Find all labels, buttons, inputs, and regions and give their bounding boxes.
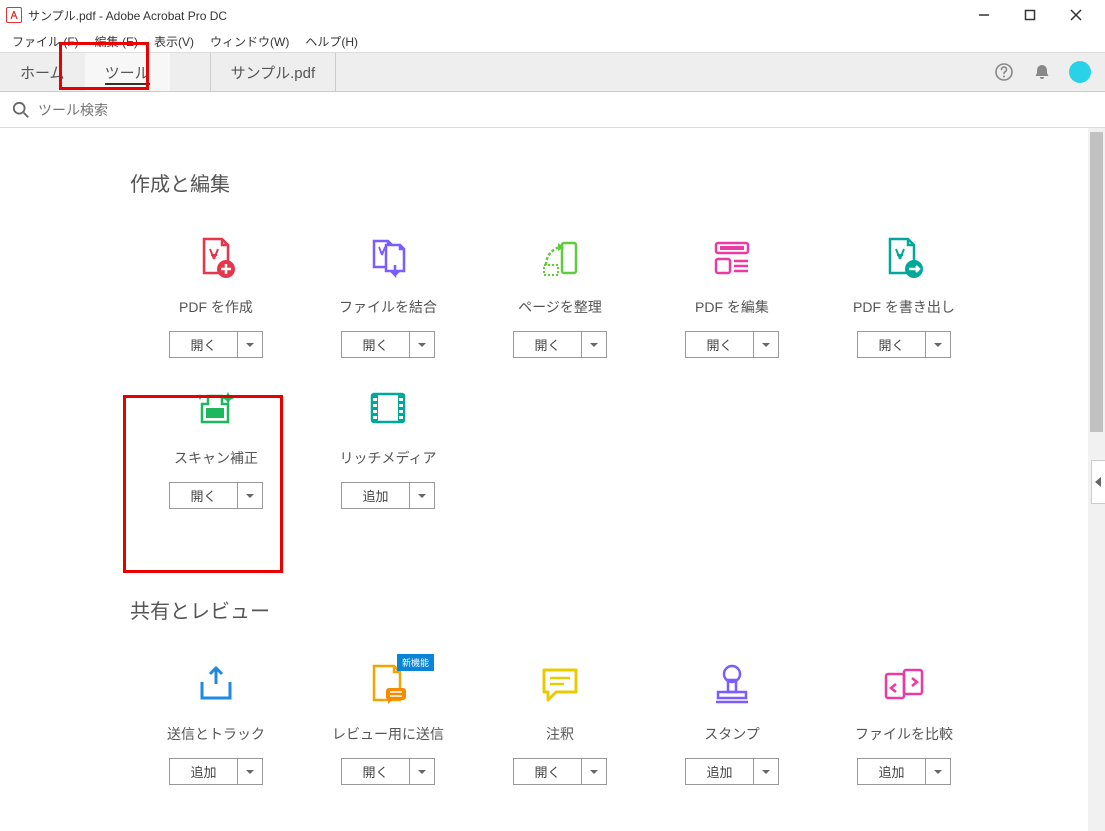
tool-label: PDF を編集	[695, 297, 769, 317]
tool-send-review[interactable]: 新機能 レビュー用に送信 開く	[302, 660, 474, 811]
tool-open-button[interactable]: 開く	[341, 331, 434, 358]
tab-home[interactable]: ホーム	[0, 53, 85, 91]
tool-label: PDF を書き出し	[853, 297, 955, 317]
chevron-down-icon[interactable]	[754, 759, 778, 784]
tool-enhance-scans[interactable]: スキャン補正 開く	[130, 384, 302, 535]
menu-file[interactable]: ファイル (F)	[4, 31, 87, 52]
tool-export-pdf[interactable]: PDF を書き出し 開く	[818, 233, 990, 384]
export-pdf-icon	[880, 233, 928, 281]
search-icon	[12, 101, 30, 119]
tool-send-track[interactable]: 送信とトラック 追加	[130, 660, 302, 811]
edit-pdf-icon	[708, 233, 756, 281]
menu-window[interactable]: ウィンドウ(W)	[202, 31, 297, 52]
app-menubar: ファイル (F) 編集 (E) 表示(V) ウィンドウ(W) ヘルプ(H)	[0, 30, 1105, 52]
tool-label: スキャン補正	[174, 448, 258, 468]
tool-label: ファイルを結合	[339, 297, 437, 317]
create-pdf-icon	[192, 233, 240, 281]
tool-open-button[interactable]: 開く	[169, 482, 262, 509]
tool-label: 送信とトラック	[167, 724, 265, 744]
window-close-button[interactable]	[1053, 0, 1099, 30]
tool-open-button[interactable]: 開く	[341, 758, 434, 785]
tool-label: PDF を作成	[179, 297, 253, 317]
tool-rich-media[interactable]: リッチメディア 追加	[302, 384, 474, 535]
main-content: 作成と編集 PDF を作成 開く ファイルを結合 開く	[0, 128, 1105, 831]
rich-media-icon	[364, 384, 412, 432]
window-titlebar: サンプル.pdf - Adobe Acrobat Pro DC	[0, 0, 1105, 30]
tool-add-button[interactable]: 追加	[341, 482, 434, 509]
chevron-down-icon[interactable]	[754, 332, 778, 357]
help-icon[interactable]	[993, 61, 1015, 83]
tool-grid-create-edit: PDF を作成 開く ファイルを結合 開く	[130, 233, 1105, 535]
combine-files-icon	[364, 233, 412, 281]
tool-label: スタンプ	[704, 724, 760, 744]
tool-grid-share-review: 送信とトラック 追加 新機能 レビュー用に送信 開く	[130, 660, 1105, 811]
send-track-icon	[192, 660, 240, 708]
chevron-down-icon[interactable]	[410, 332, 434, 357]
tab-document[interactable]: サンプル.pdf	[210, 53, 337, 91]
chevron-down-icon[interactable]	[582, 332, 606, 357]
section-share-review-title: 共有とレビュー	[130, 595, 1105, 624]
window-maximize-button[interactable]	[1007, 0, 1053, 30]
tool-open-button[interactable]: 開く	[513, 331, 606, 358]
stamp-icon	[708, 660, 756, 708]
tab-bar: ホーム ツール サンプル.pdf	[0, 52, 1105, 92]
chevron-down-icon[interactable]	[238, 332, 262, 357]
enhance-scans-icon	[192, 384, 240, 432]
menu-view[interactable]: 表示(V)	[146, 31, 202, 52]
comment-icon	[536, 660, 584, 708]
chevron-down-icon[interactable]	[410, 483, 434, 508]
right-panel-expand-button[interactable]	[1091, 460, 1105, 504]
tool-comment[interactable]: 注釈 開く	[474, 660, 646, 811]
tool-add-button[interactable]: 追加	[685, 758, 778, 785]
tool-stamp[interactable]: スタンプ 追加	[646, 660, 818, 811]
tool-label: 注釈	[546, 724, 574, 744]
tool-search-row	[0, 92, 1105, 128]
tool-search-input[interactable]	[38, 102, 1093, 118]
tool-label: ファイルを比較	[855, 724, 953, 744]
tool-add-button[interactable]: 追加	[169, 758, 262, 785]
acrobat-icon	[6, 7, 22, 23]
account-avatar[interactable]	[1069, 61, 1091, 83]
tool-open-button[interactable]: 開く	[169, 331, 262, 358]
chevron-down-icon[interactable]	[238, 759, 262, 784]
notifications-icon[interactable]	[1031, 61, 1053, 83]
new-feature-badge: 新機能	[397, 654, 434, 671]
tool-label: リッチメディア	[339, 448, 436, 468]
tool-open-button[interactable]: 開く	[685, 331, 778, 358]
chevron-down-icon[interactable]	[926, 332, 950, 357]
tool-open-button[interactable]: 開く	[513, 758, 606, 785]
tool-add-button[interactable]: 追加	[857, 758, 950, 785]
section-create-edit-title: 作成と編集	[130, 168, 1105, 197]
chevron-down-icon[interactable]	[926, 759, 950, 784]
tool-combine-files[interactable]: ファイルを結合 開く	[302, 233, 474, 384]
window-minimize-button[interactable]	[961, 0, 1007, 30]
tool-label: レビュー用に送信	[332, 724, 444, 744]
window-title: サンプル.pdf - Adobe Acrobat Pro DC	[28, 7, 227, 24]
tool-edit-pdf[interactable]: PDF を編集 開く	[646, 233, 818, 384]
chevron-down-icon[interactable]	[238, 483, 262, 508]
tab-tools[interactable]: ツール	[85, 53, 170, 91]
compare-files-icon	[880, 660, 928, 708]
tool-organize-pages[interactable]: ページを整理 開く	[474, 233, 646, 384]
menu-help[interactable]: ヘルプ(H)	[297, 31, 366, 52]
tool-compare-files[interactable]: ファイルを比較 追加	[818, 660, 990, 811]
tool-label: ページを整理	[518, 297, 602, 317]
chevron-down-icon[interactable]	[582, 759, 606, 784]
tool-create-pdf[interactable]: PDF を作成 開く	[130, 233, 302, 384]
tool-open-button[interactable]: 開く	[857, 331, 950, 358]
chevron-down-icon[interactable]	[410, 759, 434, 784]
menu-edit[interactable]: 編集 (E)	[87, 31, 146, 52]
organize-pages-icon	[536, 233, 584, 281]
